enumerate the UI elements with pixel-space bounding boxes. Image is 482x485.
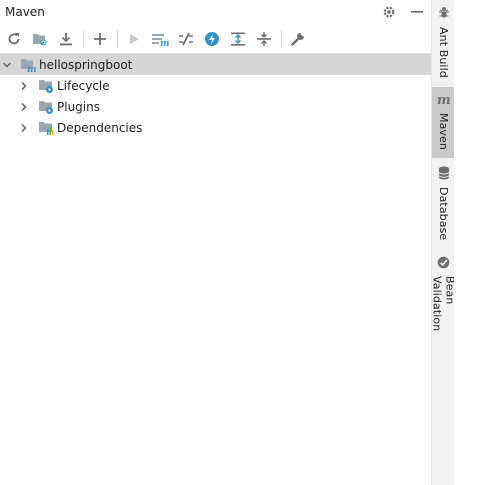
download-icon[interactable] xyxy=(55,28,77,50)
chevron-down-icon[interactable] xyxy=(0,58,14,72)
toggle-offline-icon[interactable] xyxy=(175,28,197,50)
maven-toolbar: m xyxy=(0,24,431,54)
toolbar-separator xyxy=(83,29,84,48)
run-icon[interactable] xyxy=(123,28,145,50)
stripe-tab-label: Database xyxy=(437,187,450,241)
header-actions xyxy=(381,4,425,20)
tree-root-label: hellospringboot xyxy=(39,57,133,72)
maven-icon: m xyxy=(437,93,451,109)
right-tool-stripe: Ant Build m Maven Database Bean Validati… xyxy=(430,0,457,485)
stripe-tab-label: Bean Validation xyxy=(430,276,457,332)
tool-window-title: Maven xyxy=(5,5,45,19)
stripe-tab-bean-validation[interactable]: Bean Validation xyxy=(430,256,457,362)
tree-row-dependencies[interactable]: Dependencies xyxy=(0,117,431,138)
execute-goal-icon[interactable]: m xyxy=(149,28,171,50)
svg-text:m: m xyxy=(437,94,451,106)
add-icon[interactable] xyxy=(89,28,111,50)
tree-row-lifecycle[interactable]: Lifecycle xyxy=(0,75,431,96)
collapse-all-icon[interactable] xyxy=(253,28,275,50)
tree-item-label: Lifecycle xyxy=(57,78,110,93)
generate-sources-icon[interactable] xyxy=(29,28,51,50)
bean-validation-icon xyxy=(437,256,450,272)
tree-row-plugins[interactable]: Plugins xyxy=(0,96,431,117)
database-icon xyxy=(438,166,450,183)
toolbar-separator xyxy=(281,29,282,48)
gear-icon[interactable] xyxy=(381,4,397,20)
settings-wrench-icon[interactable] xyxy=(287,28,309,50)
chevron-right-icon[interactable] xyxy=(17,79,31,93)
tree-row-root[interactable]: m hellospringboot xyxy=(0,54,431,75)
tree-item-label: Plugins xyxy=(57,99,100,114)
stripe-tab-label: Ant Build xyxy=(437,27,450,78)
stripe-tab-label: Maven xyxy=(437,113,450,150)
reload-icon[interactable] xyxy=(3,28,25,50)
window-edge xyxy=(454,0,482,485)
stripe-tab-maven[interactable]: m Maven xyxy=(432,87,455,158)
tree-item-label: Dependencies xyxy=(57,120,143,135)
svg-text:m: m xyxy=(27,65,36,73)
toolbar-separator xyxy=(117,29,118,48)
stripe-tab-ant-build[interactable]: Ant Build xyxy=(432,6,455,82)
folder-gear-icon xyxy=(38,99,54,115)
ant-icon xyxy=(438,6,450,23)
svg-text:m: m xyxy=(160,39,169,47)
maven-projects-tree: m hellospringboot Lifecycle Plugins Depe… xyxy=(0,54,431,138)
minimize-icon[interactable] xyxy=(409,4,425,20)
stripe-tab-database[interactable]: Database xyxy=(432,166,455,242)
chevron-right-icon[interactable] xyxy=(17,121,31,135)
maven-project-icon: m xyxy=(20,57,36,73)
tool-window-header: Maven xyxy=(0,0,431,24)
maven-tool-window: Maven m m hellospringboot Lifecycle Plug… xyxy=(0,0,431,485)
skip-tests-icon[interactable] xyxy=(201,28,223,50)
folder-gear-icon xyxy=(38,78,54,94)
folder-dependencies-icon xyxy=(38,120,54,136)
expand-all-icon[interactable] xyxy=(227,28,249,50)
chevron-right-icon[interactable] xyxy=(17,100,31,114)
